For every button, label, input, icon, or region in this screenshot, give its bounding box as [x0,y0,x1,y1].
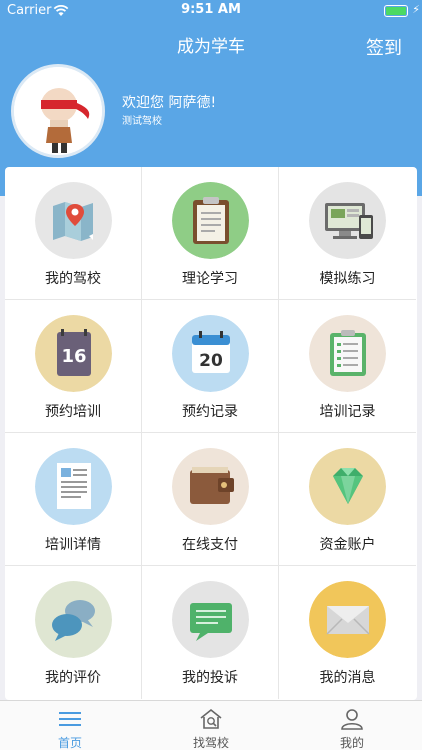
grid-item-label: 培训记录 [319,404,376,420]
grid-item-my-complaints[interactable]: 我的投诉 [142,566,279,699]
grid-item-book-training[interactable]: 16 预约培训 [5,300,142,433]
avatar-image [14,67,102,155]
grid-item-online-payment[interactable]: 在线支付 [142,433,279,566]
calendar-icon: 20 [172,315,249,392]
charging-icon: ⚡ [412,3,420,16]
grid-item-my-messages[interactable]: 我的消息 [279,566,416,699]
grid-item-label: 预约记录 [182,404,238,420]
grid-item-booking-records[interactable]: 20 预约记录 [142,300,279,433]
grid-item-practice[interactable]: 模拟练习 [279,167,416,300]
tab-bar: 首页 找驾校 我的 [0,700,422,750]
house-search-icon [200,708,222,729]
page-title: 成为学车 [177,37,245,57]
grid-item-label: 资金账户 [319,537,376,553]
feature-grid: 我的驾校 理论学习 模拟练习 16 预约培训 20 预约记录 培训记录 培训详情… [5,167,417,700]
tab-find-school[interactable]: 找驾校 [141,701,281,750]
computer-icon [309,182,386,259]
tab-home[interactable]: 首页 [0,701,140,750]
grid-item-my-reviews[interactable]: 我的评价 [5,566,142,699]
grid-item-my-school[interactable]: 我的驾校 [5,167,142,300]
clipboard-icon [172,182,249,259]
menu-icon [59,712,81,726]
grid-item-label: 培训详情 [45,537,101,553]
grid-item-label: 我的投诉 [182,670,238,686]
svg-text:16: 16 [61,346,86,367]
person-icon [341,709,363,730]
envelope-icon [309,581,386,658]
wallet-icon [172,448,249,525]
grid-item-label: 我的消息 [319,670,376,686]
grid-item-label: 模拟练习 [319,271,376,287]
gem-icon [309,448,386,525]
welcome-text: 欢迎您 阿萨德! [122,95,217,111]
battery-icon [384,5,408,17]
grid-item-label: 理论学习 [182,271,238,287]
school-name: 测试驾校 [122,116,162,127]
grid-item-label: 我的驾校 [45,271,101,287]
grid-item-fund-account[interactable]: 资金账户 [279,433,416,566]
checkin-button[interactable]: 签到 [366,34,402,60]
clock: 9:51 AM [181,2,241,17]
calendar-icon: 16 [35,315,112,392]
grid-item-label: 预约培训 [45,404,101,420]
tab-label: 首页 [57,736,82,750]
tab-label: 我的 [339,736,364,750]
message-icon [172,581,249,658]
grid-item-training-details[interactable]: 培训详情 [5,433,142,566]
grid-item-label: 我的评价 [45,670,101,686]
tab-label: 找驾校 [192,736,229,750]
document-icon [35,448,112,525]
status-bar: Carrier 9:51 AM ⚡ [0,0,422,22]
tab-profile[interactable]: 我的 [282,701,422,750]
grid-item-theory[interactable]: 理论学习 [142,167,279,300]
grid-item-training-records[interactable]: 培训记录 [279,300,416,433]
chat-bubbles-icon [35,581,112,658]
avatar[interactable] [11,64,105,158]
checklist-icon [309,315,386,392]
svg-text:20: 20 [199,351,223,371]
map-icon [35,182,112,259]
grid-item-label: 在线支付 [182,537,238,553]
